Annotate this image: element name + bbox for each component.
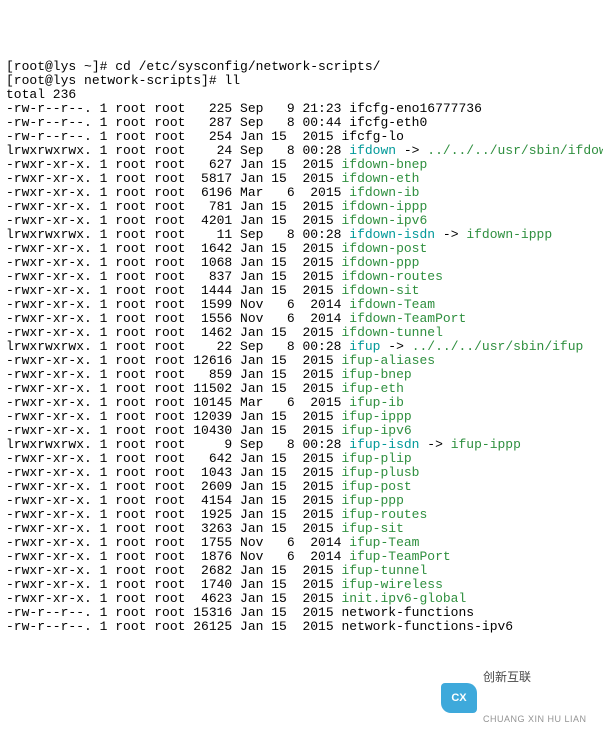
file-name: ifup-eth <box>341 381 403 396</box>
watermark-subtext: CHUANG XIN HU LIAN <box>483 712 587 726</box>
file-name: ifdown <box>349 143 396 158</box>
list-row: -rw-r--r--. 1 root root 15316 Jan 15 201… <box>6 606 597 620</box>
list-row: -rwxr-xr-x. 1 root root 1462 Jan 15 2015… <box>6 326 597 340</box>
symlink-target: ../../../usr/sbin/ifup <box>412 339 584 354</box>
file-name: ifdown-Team <box>349 297 435 312</box>
list-row: -rw-r--r--. 1 root root 26125 Jan 15 201… <box>6 620 597 634</box>
symlink-arrow: -> <box>419 437 450 452</box>
list-row: -rwxr-xr-x. 1 root root 627 Jan 15 2015 … <box>6 158 597 172</box>
list-row: lrwxrwxrwx. 1 root root 9 Sep 8 00:28 if… <box>6 438 597 452</box>
prompt-line: [root@lys ~]# cd /etc/sysconfig/network-… <box>6 60 597 74</box>
list-row: lrwxrwxrwx. 1 root root 11 Sep 8 00:28 i… <box>6 228 597 242</box>
file-name: ifup-plip <box>341 451 411 466</box>
list-row: -rwxr-xr-x. 1 root root 4201 Jan 15 2015… <box>6 214 597 228</box>
file-name: ifup-TeamPort <box>349 549 450 564</box>
file-name: ifdown-TeamPort <box>349 311 466 326</box>
file-name: ifup <box>349 339 380 354</box>
file-name: ifup-plusb <box>341 465 419 480</box>
symlink-arrow: -> <box>396 143 427 158</box>
file-name: ifup-routes <box>341 507 427 522</box>
file-name: ifup-Team <box>349 535 419 550</box>
file-name: ifup-post <box>341 479 411 494</box>
list-row: -rwxr-xr-x. 1 root root 1444 Jan 15 2015… <box>6 284 597 298</box>
watermark-text: 创新互联 <box>483 670 587 684</box>
file-name: ifup-ib <box>349 395 404 410</box>
list-row: -rwxr-xr-x. 1 root root 5817 Jan 15 2015… <box>6 172 597 186</box>
file-name: network-functions-ipv6 <box>341 619 513 634</box>
list-row: -rwxr-xr-x. 1 root root 10430 Jan 15 201… <box>6 424 597 438</box>
file-name: network-functions <box>341 605 474 620</box>
file-name: ifdown-routes <box>341 269 442 284</box>
file-name: ifcfg-eth0 <box>349 115 427 130</box>
symlink-arrow: -> <box>435 227 466 242</box>
list-row: -rwxr-xr-x. 1 root root 2609 Jan 15 2015… <box>6 480 597 494</box>
file-name: ifdown-isdn <box>349 227 435 242</box>
file-name: ifup-wireless <box>341 577 442 592</box>
symlink-arrow: -> <box>380 339 411 354</box>
list-row: lrwxrwxrwx. 1 root root 22 Sep 8 00:28 i… <box>6 340 597 354</box>
list-row: -rwxr-xr-x. 1 root root 3263 Jan 15 2015… <box>6 522 597 536</box>
list-row: -rwxr-xr-x. 1 root root 859 Jan 15 2015 … <box>6 368 597 382</box>
terminal-output[interactable]: [root@lys ~]# cd /etc/sysconfig/network-… <box>6 60 597 634</box>
symlink-target: ../../../usr/sbin/ifdown <box>427 143 603 158</box>
list-row: -rwxr-xr-x. 1 root root 1556 Nov 6 2014 … <box>6 312 597 326</box>
list-row: -rwxr-xr-x. 1 root root 1599 Nov 6 2014 … <box>6 298 597 312</box>
file-name: ifup-bnep <box>341 367 411 382</box>
list-row: -rwxr-xr-x. 1 root root 1925 Jan 15 2015… <box>6 508 597 522</box>
list-row: -rwxr-xr-x. 1 root root 1876 Nov 6 2014 … <box>6 550 597 564</box>
list-row: -rwxr-xr-x. 1 root root 1740 Jan 15 2015… <box>6 578 597 592</box>
file-name: ifup-isdn <box>349 437 419 452</box>
file-name: ifdown-tunnel <box>341 325 442 340</box>
symlink-target: ifup-ippp <box>451 437 521 452</box>
file-name: ifdown-ppp <box>341 255 419 270</box>
file-name: ifup-ippp <box>341 409 411 424</box>
list-row: -rwxr-xr-x. 1 root root 12039 Jan 15 201… <box>6 410 597 424</box>
file-name: ifcfg-eno16777736 <box>349 101 482 116</box>
list-row: -rwxr-xr-x. 1 root root 642 Jan 15 2015 … <box>6 452 597 466</box>
list-row: -rwxr-xr-x. 1 root root 781 Jan 15 2015 … <box>6 200 597 214</box>
file-name: ifcfg-lo <box>341 129 403 144</box>
prompt-line: [root@lys network-scripts]# ll <box>6 74 597 88</box>
file-name: ifdown-ipv6 <box>341 213 427 228</box>
list-row: -rwxr-xr-x. 1 root root 12616 Jan 15 201… <box>6 354 597 368</box>
list-row: -rwxr-xr-x. 1 root root 4623 Jan 15 2015… <box>6 592 597 606</box>
file-name: ifdown-ippp <box>341 199 427 214</box>
file-name: ifdown-eth <box>341 171 419 186</box>
list-row: -rw-r--r--. 1 root root 225 Sep 9 21:23 … <box>6 102 597 116</box>
file-name: ifdown-bnep <box>341 157 427 172</box>
file-name: ifdown-post <box>341 241 427 256</box>
file-name: ifup-ppp <box>341 493 403 508</box>
file-name: init.ipv6-global <box>341 591 466 606</box>
file-name: ifup-aliases <box>341 353 435 368</box>
watermark-logo-icon: CX <box>441 683 477 713</box>
watermark: CX 创新互联 CHUANG XIN HU LIAN <box>441 678 591 718</box>
list-row: -rw-r--r--. 1 root root 254 Jan 15 2015 … <box>6 130 597 144</box>
list-row: -rwxr-xr-x. 1 root root 1043 Jan 15 2015… <box>6 466 597 480</box>
list-row: lrwxrwxrwx. 1 root root 24 Sep 8 00:28 i… <box>6 144 597 158</box>
list-row: -rwxr-xr-x. 1 root root 10145 Mar 6 2015… <box>6 396 597 410</box>
list-row: -rw-r--r--. 1 root root 287 Sep 8 00:44 … <box>6 116 597 130</box>
list-row: -rwxr-xr-x. 1 root root 837 Jan 15 2015 … <box>6 270 597 284</box>
list-row: -rwxr-xr-x. 1 root root 1068 Jan 15 2015… <box>6 256 597 270</box>
list-row: -rwxr-xr-x. 1 root root 11502 Jan 15 201… <box>6 382 597 396</box>
symlink-target: ifdown-ippp <box>466 227 552 242</box>
file-name: ifdown-ib <box>349 185 419 200</box>
total-line: total 236 <box>6 88 597 102</box>
list-row: -rwxr-xr-x. 1 root root 1755 Nov 6 2014 … <box>6 536 597 550</box>
file-name: ifup-sit <box>341 521 403 536</box>
list-row: -rwxr-xr-x. 1 root root 6196 Mar 6 2015 … <box>6 186 597 200</box>
list-row: -rwxr-xr-x. 1 root root 1642 Jan 15 2015… <box>6 242 597 256</box>
file-name: ifup-ipv6 <box>341 423 411 438</box>
list-row: -rwxr-xr-x. 1 root root 4154 Jan 15 2015… <box>6 494 597 508</box>
file-name: ifdown-sit <box>341 283 419 298</box>
